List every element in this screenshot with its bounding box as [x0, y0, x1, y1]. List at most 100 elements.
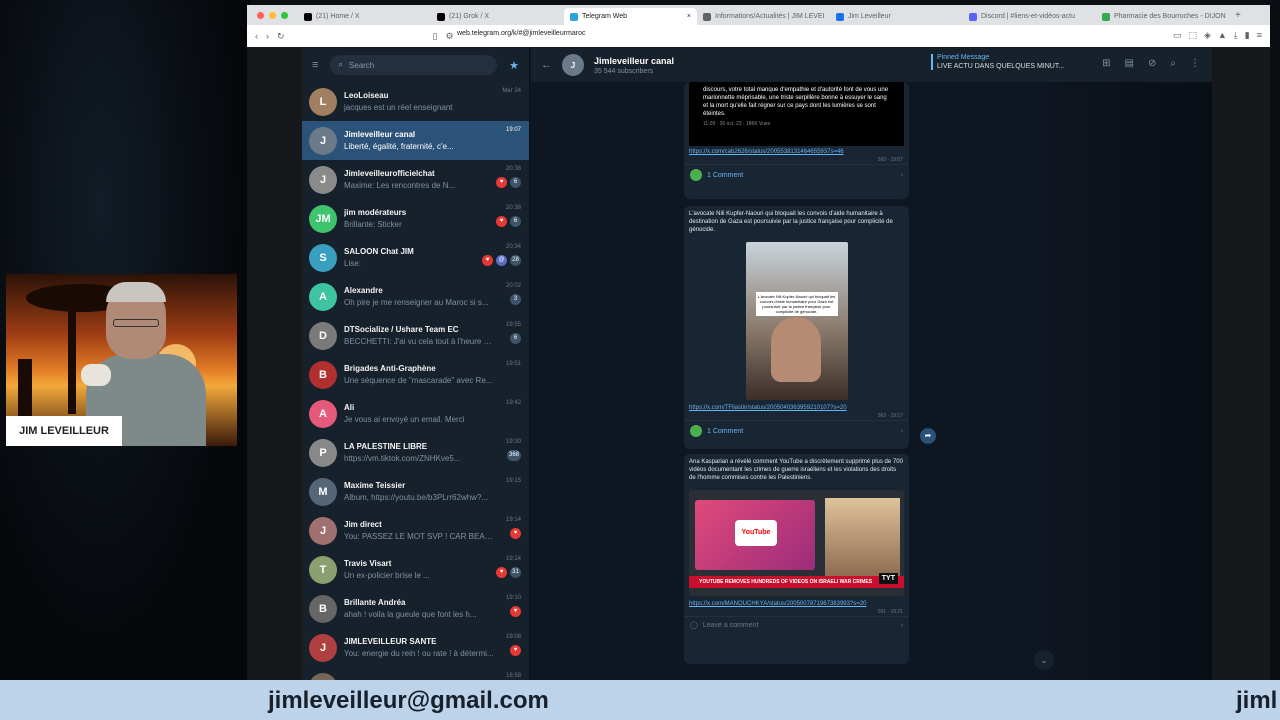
forward-arrow-icon[interactable]: › — [266, 31, 269, 41]
chat-list-item[interactable]: B Brillante Andréa ahah ! voila la gueule … — [302, 589, 529, 628]
mute-icon[interactable]: ⊘ — [1148, 58, 1156, 69]
back-arrow-icon[interactable]: ‹ — [255, 31, 258, 41]
new-tab-button[interactable]: + — [1235, 10, 1241, 21]
comments-button[interactable]: ◯ Leave a comment › — [684, 616, 909, 633]
channel-title-block[interactable]: Jimleveilleur canal 35 544 subscribers — [594, 56, 674, 75]
post-link[interactable]: https://x.com/TFilastin/status/200504036… — [684, 404, 909, 412]
avatar: J — [309, 516, 337, 545]
tab-strip: (21) Home / X (21) Grok / X Telegram Web × I… — [298, 5, 1229, 25]
browser-tab[interactable]: Jim Leveilleur — [830, 8, 963, 25]
browser-tab[interactable]: Pharmacie des Bourroches - DIJON — [1096, 8, 1229, 25]
chat-name: Brillante Andréa — [344, 598, 406, 607]
chat-list-item[interactable]: J Jimleveilleur canal Liberté, égalité, fr… — [302, 121, 529, 160]
post-link[interactable]: https://x.com/MANOUCHKYA/status/20050078… — [684, 600, 909, 608]
chat-preview: You: energie du rein ! ou rate ! à déter… — [344, 649, 494, 658]
search-input[interactable]: ⌕ Search — [330, 55, 498, 75]
close-tab-icon[interactable]: × — [687, 13, 691, 20]
chat-list-item[interactable]: B Brigades Anti-Graphène Une séquence de "… — [302, 355, 529, 394]
tyt-logo: TYT — [878, 573, 898, 584]
browser-tab[interactable]: Discord | #liens-et-vidéos-actu — [963, 8, 1096, 25]
menu-icon[interactable]: ≡ — [1257, 30, 1262, 41]
avatar: M — [309, 477, 337, 506]
email-ticker: jimleveilleur@gmail.com jiml — [0, 680, 1280, 720]
post-link[interactable]: https://x.com/cab2626/status/20055381314… — [684, 148, 909, 156]
channel-header: ← J Jimleveilleur canal 35 544 subscribe… — [531, 48, 1212, 82]
chat-info: LeoLoiseau jacques est un réel enseignant — [344, 91, 522, 112]
chat-info: Jim direct You: PASSEZ LE MOT SVP ! CAR B… — [344, 520, 522, 541]
chat-name: JIMLEVEILLEUR SANTE — [344, 637, 437, 646]
chat-name: Jimleveilleur canal — [344, 130, 416, 139]
bookmark-icon[interactable]: ▯ — [433, 31, 438, 42]
cast-icon[interactable]: ▭ — [1173, 30, 1182, 41]
comments-button[interactable]: 1 Comment › — [684, 420, 909, 441]
chat-list-item[interactable]: T Travis Visart Un ex-policier brise le ..… — [302, 550, 529, 589]
address-toolbar: ‹ › ↻ ▯ ⚙ web.telegram.org/k/#@jimleveil… — [247, 25, 1270, 47]
chat-list-item[interactable]: D DTSocialize / Ushare Team EC BECCHETTI: … — [302, 316, 529, 355]
window-controls — [257, 11, 288, 19]
chat-list-item[interactable]: S SALOON Chat JIM Lise: 20:34 ♥ @28 — [302, 238, 529, 277]
badge-group: 6 — [506, 333, 521, 344]
chat-name: Ali — [344, 403, 355, 412]
back-icon[interactable]: ← — [541, 59, 552, 71]
star-icon[interactable]: ★ — [509, 59, 519, 72]
avatar: S — [309, 243, 337, 272]
zoom-window-button[interactable] — [281, 11, 288, 19]
chat-list-item[interactable]: JM jim modérateurs Brillante: Sticker 20:38… — [302, 199, 529, 238]
chat-list-item[interactable]: J Jimleveilleurofficielchat Maxime: Les re… — [302, 160, 529, 199]
discussion-icon[interactable]: ▤ — [1125, 58, 1134, 69]
video-thumbnail[interactable]: L'avocate Nili Kupfer-Naouri qui bloquai… — [745, 242, 848, 400]
more-options-icon[interactable]: ⋮ — [1190, 58, 1200, 69]
avatar: J — [309, 633, 337, 662]
post-3: Ana Kasparian a révélé comment YouTube a… — [684, 454, 909, 664]
chat-meta: 20:38 ♥ 6 — [496, 205, 521, 227]
sidebar-icon[interactable]: ▮ — [1245, 30, 1250, 41]
reaction-badge: ♥ — [496, 216, 507, 227]
chat-time: 19:14 — [505, 517, 521, 523]
browser-tab[interactable]: (21) Home / X — [298, 8, 431, 25]
comments-button[interactable]: 1 Comment › — [684, 164, 909, 185]
video-thumbnail[interactable]: YouTube YOUTUBE REMOVES HUNDREDS OF VIDE… — [689, 490, 904, 596]
browser-tab[interactable]: Informations/Actualités | JIM LEVEI — [697, 8, 830, 25]
pinned-message[interactable]: Pinned Message LIVE ACTU DANS QUELQUES M… — [931, 54, 1064, 70]
youtube-logo-icon: YouTube — [735, 520, 777, 546]
tree-trunk-graphic — [68, 304, 76, 414]
chat-list-item[interactable]: J Jim direct You: PASSEZ LE MOT SVP ! CAR … — [302, 511, 529, 550]
rewards-icon[interactable]: ▲ — [1218, 30, 1227, 41]
telegram-app: ≡ ⌕ Search ★ L LeoLoiseau jacques est un r… — [302, 48, 1212, 680]
pinned-list-icon[interactable]: ⊞ — [1102, 58, 1110, 69]
chat-list-item[interactable]: A Alexandre Oh pire je me renseigner au Ma… — [302, 277, 529, 316]
close-window-button[interactable] — [257, 11, 264, 19]
chat-time: 20:38 — [505, 166, 521, 172]
ticker-email-partial: jiml — [1236, 687, 1278, 714]
browser-tab[interactable]: (21) Grok / X — [431, 8, 564, 25]
hamburger-menu-icon[interactable]: ≡ — [312, 59, 318, 71]
chat-list-item[interactable]: P LA PALESTINE LIBRE https://vm.tiktok.com… — [302, 433, 529, 472]
chat-time: 20:34 — [505, 244, 521, 250]
chevron-right-icon: › — [900, 427, 903, 435]
pinned-text: LIVE ACTU DANS QUELQUES MINUT... — [937, 63, 1065, 70]
chat-name: Travis Visart — [344, 559, 392, 568]
browser-tab[interactable]: Telegram Web × — [564, 8, 697, 25]
badge-group: ♥ 6 — [496, 177, 521, 188]
chat-list-item[interactable]: L LeoLoiseau jacques est un réel enseignan… — [302, 82, 529, 121]
site-info-icon[interactable]: ⚙ — [446, 31, 454, 42]
download-icon[interactable]: ⤓ — [1234, 30, 1238, 41]
minimize-window-button[interactable] — [269, 11, 276, 19]
quoted-tweet[interactable]: discours, votre total manque d'empathie … — [689, 82, 904, 146]
chat-info: DTSocialize / Ushare Team EC BECCHETTI: J… — [344, 325, 522, 346]
chat-list-item[interactable]: J JIMLEVEILLEUR SANTE You: energie du rein… — [302, 628, 529, 667]
search-icon[interactable]: ⌕ — [1170, 58, 1176, 69]
url-field[interactable]: web.telegram.org/k/#@jimleveilleurmaroc — [457, 30, 586, 37]
chat-list-item[interactable]: M Maxime Teissier Album, https://youtu.be/… — [302, 472, 529, 511]
brave-shield-icon[interactable]: ◈ — [1204, 30, 1211, 41]
post-2: L'avocate Nili Kupfer-Naouri qui bloquai… — [684, 206, 909, 449]
pinned-label: Pinned Message — [937, 54, 990, 61]
chat-list-item[interactable]: A Ali Je vous ai envoyé un email. Merci 19:… — [302, 394, 529, 433]
scroll-down-icon[interactable]: ⌄ — [1034, 650, 1054, 670]
reload-icon[interactable]: ↻ — [277, 31, 285, 42]
chat-info: Brigades Anti-Graphène Une séquence de "m… — [344, 364, 522, 385]
share-icon[interactable]: ➦ — [920, 428, 936, 444]
extension-icon[interactable]: ⬚ — [1188, 30, 1197, 41]
channel-avatar[interactable]: J — [562, 54, 584, 76]
chat-list-item[interactable]: JJuliette18:58 — [302, 667, 529, 680]
